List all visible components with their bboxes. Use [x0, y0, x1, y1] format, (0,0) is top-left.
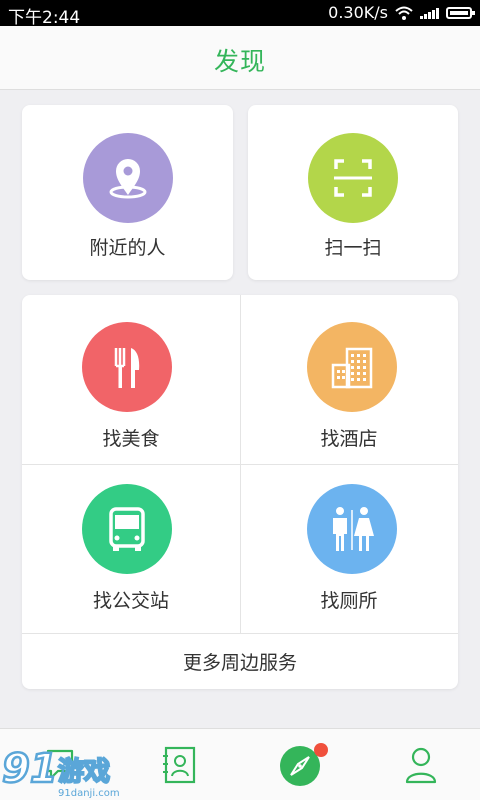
toilet-tile[interactable]: 找厕所: [240, 464, 458, 633]
status-bar: 下午2:44 0.30K/s: [0, 0, 480, 28]
food-icon: [82, 322, 172, 412]
status-time: 下午2:44: [8, 8, 81, 28]
svg-text:游戏: 游戏: [58, 757, 110, 787]
battery-icon: [446, 6, 475, 19]
notification-badge: [314, 743, 328, 757]
header: 发现: [0, 26, 480, 90]
svg-text:91: 91: [2, 746, 58, 792]
food-label: 找美食: [102, 428, 160, 450]
scan-label: 扫一扫: [324, 237, 382, 259]
hotel-tile[interactable]: 找酒店: [240, 295, 458, 464]
services-card: 找美食 找酒店 找公交站 找厕所 更多周边服务: [22, 295, 458, 689]
scan-icon: [308, 133, 398, 223]
svg-text:91danji.com: 91danji.com: [58, 788, 120, 799]
network-speed: 0.30K/s: [328, 3, 388, 22]
hotel-label: 找酒店: [320, 428, 378, 450]
bus-tile[interactable]: 找公交站: [22, 464, 240, 633]
wifi-icon: [395, 6, 413, 20]
contacts-icon: [163, 746, 196, 784]
nearby-card[interactable]: 附近的人: [22, 105, 233, 280]
watermark-logo: 91 游戏 91danji.com: [1, 745, 120, 799]
tab-profile[interactable]: [360, 729, 480, 800]
scan-card[interactable]: 扫一扫: [248, 105, 458, 280]
more-services-row[interactable]: 更多周边服务: [22, 633, 458, 689]
toilet-label: 找厕所: [320, 590, 378, 612]
profile-icon: [405, 747, 437, 784]
more-services-label: 更多周边服务: [182, 652, 297, 674]
tab-discover[interactable]: [240, 729, 360, 800]
bus-icon: [82, 484, 172, 574]
status-indicators: 0.30K/s: [328, 3, 475, 22]
nearby-label: 附近的人: [89, 237, 166, 259]
food-tile[interactable]: 找美食: [22, 295, 240, 464]
page-title: 发现: [213, 47, 266, 76]
bus-label: 找公交站: [92, 590, 169, 612]
toilet-icon: [307, 484, 397, 574]
hotel-icon: [307, 322, 397, 412]
nearby-icon: [83, 133, 173, 223]
signal-icon: [420, 7, 439, 19]
